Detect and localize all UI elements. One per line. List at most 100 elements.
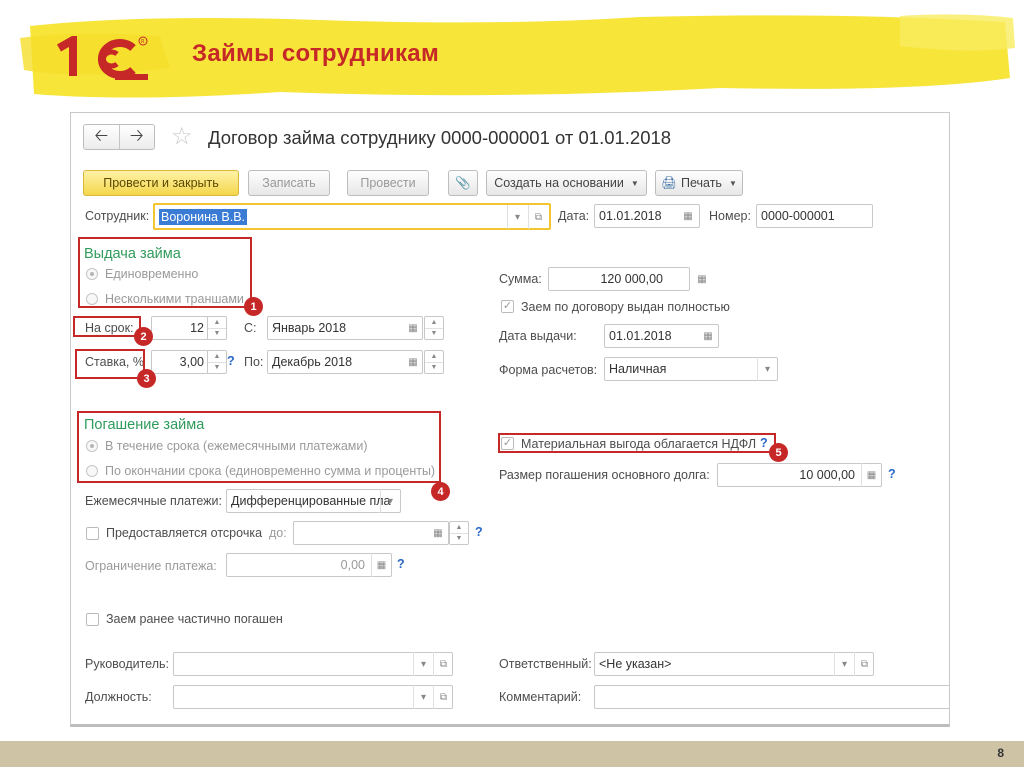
responsible-field[interactable]: <Не указан>: [594, 652, 874, 676]
issue-date-value: 01.01.2018: [609, 329, 672, 343]
save-button[interactable]: Записать: [248, 170, 330, 196]
employee-label: Сотрудник:: [85, 209, 150, 223]
responsible-label: Ответственный:: [499, 657, 592, 671]
number-label: Номер:: [709, 209, 751, 223]
dropdown-arrow-icon[interactable]: ▾: [380, 489, 400, 513]
partial-repaid-checkbox[interactable]: [86, 613, 99, 626]
dropdown-arrow-icon[interactable]: ▾: [757, 357, 777, 381]
open-icon[interactable]: ⧉: [433, 685, 453, 709]
principal-field[interactable]: 10 000,00: [717, 463, 882, 487]
print-button[interactable]: 🖨 Печать ▼: [655, 170, 743, 196]
page-number: 8: [997, 746, 1004, 760]
annotation-badge-1: 1: [244, 297, 263, 316]
comment-label: Комментарий:: [499, 690, 582, 704]
title-highlight: [20, 14, 1015, 98]
monthly-payments-select[interactable]: Дифференцированные пла: [226, 489, 401, 513]
open-icon[interactable]: ⧉: [433, 652, 453, 676]
principal-label: Размер погашения основного долга:: [499, 468, 710, 482]
calendar-icon[interactable]: ▦: [678, 204, 698, 228]
sum-label: Сумма:: [499, 272, 542, 286]
partial-repaid-label: Заем ранее частично погашен: [106, 612, 283, 626]
term-value: 12: [190, 321, 204, 335]
deferral-checkbox[interactable]: [86, 527, 99, 540]
term-field[interactable]: 12: [151, 316, 209, 340]
from-value: Январь 2018: [272, 321, 347, 335]
calculator-icon[interactable]: ▦: [692, 267, 712, 291]
annotation-box-repay: [77, 411, 441, 483]
nav-buttons: 🡠 🡢: [83, 124, 155, 150]
payment-form-select[interactable]: Наличная: [604, 357, 778, 381]
position-label: Должность:: [85, 690, 152, 704]
comment-field[interactable]: [594, 685, 949, 709]
dropdown-caret-icon: ▼: [630, 178, 639, 188]
forward-arrow-icon[interactable]: 🡢: [118, 125, 155, 149]
calculator-icon[interactable]: ▦: [861, 463, 881, 487]
calculator-icon[interactable]: ▦: [371, 553, 391, 577]
to-value: Декабрь 2018: [272, 355, 353, 369]
limit-label: Ограничение платежа:: [85, 559, 217, 573]
star-icon[interactable]: ☆: [171, 124, 193, 150]
deferral-help-icon[interactable]: ?: [475, 525, 483, 539]
principal-help-icon[interactable]: ?: [888, 467, 896, 481]
sum-field[interactable]: 120 000,00: [548, 267, 690, 291]
issued-full-label: Заем по договору выдан полностью: [521, 300, 730, 314]
dropdown-arrow-icon[interactable]: ▾: [834, 652, 854, 676]
rate-field[interactable]: 3,00: [151, 350, 209, 374]
post-and-close-button[interactable]: Провести и закрыть: [83, 170, 239, 196]
dropdown-arrow-icon[interactable]: ▾: [413, 685, 433, 709]
issue-date-label: Дата выдачи:: [499, 329, 577, 343]
limit-value: 0,00: [340, 558, 365, 572]
calendar-icon[interactable]: ▦: [403, 316, 423, 340]
sum-value: 120 000,00: [600, 272, 663, 286]
number-field[interactable]: 0000-000001: [756, 204, 873, 228]
date-label: Дата:: [558, 209, 590, 223]
create-on-basis-button[interactable]: Создать на основании ▼: [486, 170, 647, 196]
annotation-box-benefit: [498, 433, 776, 453]
open-icon[interactable]: ⧉: [528, 205, 548, 229]
app-window: 🡠 🡢 ☆ Договор займа сотруднику 0000-0000…: [70, 112, 950, 727]
calendar-icon[interactable]: ▦: [698, 324, 718, 348]
deferral-date-field[interactable]: [293, 521, 449, 545]
limit-field[interactable]: 0,00: [226, 553, 392, 577]
post-button[interactable]: Провести: [347, 170, 429, 196]
to-stepper[interactable]: ▲ ▼: [424, 350, 444, 374]
principal-value: 10 000,00: [799, 468, 855, 482]
deferral-stepper[interactable]: ▲ ▼: [449, 521, 469, 545]
rate-help-icon[interactable]: ?: [227, 354, 235, 368]
create-on-basis-label: Создать на основании: [494, 176, 624, 190]
from-stepper[interactable]: ▲ ▼: [424, 316, 444, 340]
1c-logo: R: [57, 36, 148, 80]
dropdown-caret-icon: ▼: [728, 178, 737, 188]
term-stepper[interactable]: ▲ ▼: [207, 316, 227, 340]
manager-label: Руководитель:: [85, 657, 170, 671]
slide-footer: 8: [0, 741, 1024, 767]
manager-field[interactable]: [173, 652, 453, 676]
calendar-icon[interactable]: ▦: [428, 521, 448, 545]
annotation-badge-4: 4: [431, 482, 450, 501]
from-field[interactable]: Январь 2018: [267, 316, 423, 340]
number-value: 0000-000001: [761, 209, 835, 223]
calendar-icon[interactable]: ▦: [403, 350, 423, 374]
attachment-button[interactable]: 📎: [448, 170, 478, 196]
annotation-badge-5: 5: [769, 443, 788, 462]
deferral-label: Предоставляется отсрочка: [106, 526, 263, 540]
dropdown-arrow-icon[interactable]: ▾: [507, 205, 527, 229]
to-label: По:: [244, 355, 264, 369]
to-field[interactable]: Декабрь 2018: [267, 350, 423, 374]
dropdown-arrow-icon[interactable]: ▾: [413, 652, 433, 676]
print-label: Печать: [681, 176, 722, 190]
rate-value: 3,00: [179, 355, 204, 369]
limit-help-icon[interactable]: ?: [397, 557, 405, 571]
position-field[interactable]: [173, 685, 453, 709]
employee-value: Воронина В.В.: [159, 208, 248, 225]
open-icon[interactable]: ⧉: [854, 652, 874, 676]
issued-full-checkbox[interactable]: ✓: [501, 300, 514, 313]
document-title: Договор займа сотруднику 0000-000001 от …: [208, 127, 672, 148]
back-arrow-icon[interactable]: 🡠: [84, 125, 119, 149]
payment-form-label: Форма расчетов:: [499, 363, 598, 377]
rate-stepper[interactable]: ▲ ▼: [207, 350, 227, 374]
date-value: 01.01.2018: [599, 209, 662, 223]
employee-field[interactable]: Воронина В.В.: [153, 203, 551, 230]
svg-text:R: R: [141, 39, 145, 45]
monthly-payments-value: Дифференцированные пла: [231, 494, 391, 508]
